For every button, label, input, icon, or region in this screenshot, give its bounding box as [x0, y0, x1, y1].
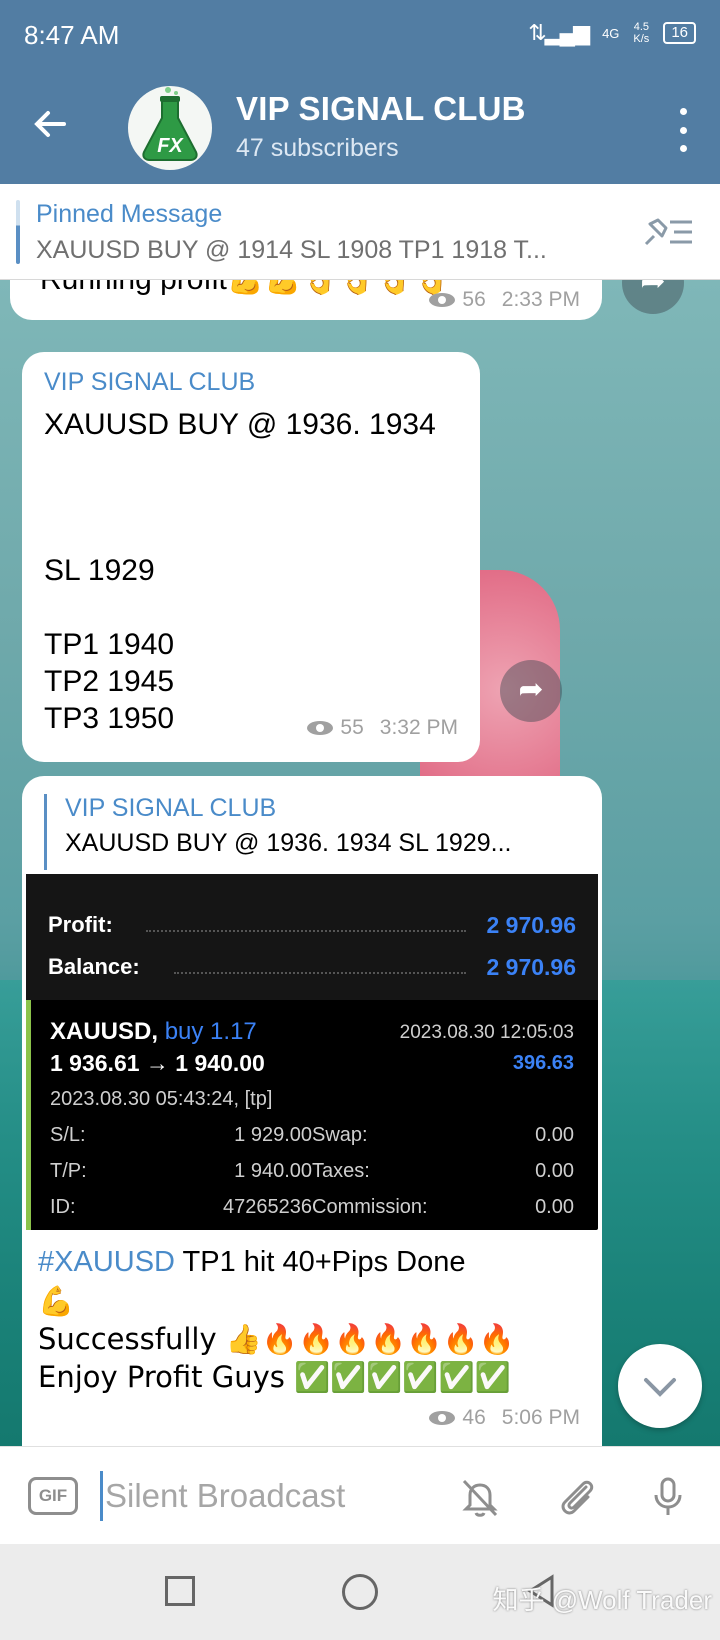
- message-time: 5:06 PM: [501, 1406, 580, 1429]
- signal-tp3: TP3 1950: [44, 702, 175, 735]
- trade-profit: 396.63: [512, 1052, 574, 1074]
- id-value: 47265236: [223, 1196, 312, 1218]
- view-count: 55: [340, 716, 364, 739]
- pinned-title: Pinned Message: [36, 200, 223, 228]
- commission-label: Commission:: [312, 1196, 428, 1218]
- more-options-icon[interactable]: [668, 102, 698, 158]
- swap-value: 0.00: [535, 1124, 574, 1146]
- status-icons: ⇅▂▄▆ 4G 4.5 K/s 16: [528, 20, 696, 46]
- balance-value: 2 970.96: [486, 954, 576, 980]
- microphone-icon[interactable]: [644, 1473, 692, 1521]
- view-count: 46: [462, 1406, 486, 1429]
- watermark: 知乎 @Wolf Trader: [492, 1585, 712, 1615]
- trade-screenshot[interactable]: Profit: 2 970.96 Balance: 2 970.96 XAUUS…: [26, 874, 598, 1230]
- caption-line: #XAUUSD TP1 hit 40+Pips Done: [38, 1246, 466, 1278]
- signal-tp1: TP1 1940: [44, 628, 175, 661]
- status-time: 8:47 AM: [24, 20, 120, 50]
- scroll-down-button[interactable]: [618, 1344, 702, 1428]
- eye-icon: [307, 721, 334, 735]
- message-bubble[interactable]: VIP SIGNAL CLUB XAUUSD BUY @ 1936. 1934 …: [22, 352, 480, 762]
- signal-tp2: TP2 1945: [44, 665, 175, 698]
- pinned-text: XAUUSD BUY @ 1914 SL 1908 TP1 1918 T...: [36, 236, 547, 264]
- dotted-leader: [174, 972, 466, 974]
- caption-line: 💪: [38, 1284, 75, 1318]
- share-icon[interactable]: ➦: [500, 660, 562, 722]
- sender-name[interactable]: VIP SIGNAL CLUB: [44, 368, 255, 397]
- message-meta: 46 5:06 PM: [428, 1406, 580, 1430]
- channel-title[interactable]: VIP SIGNAL CLUB: [236, 90, 526, 128]
- system-nav-bar: 知乎 @Wolf Trader: [0, 1544, 720, 1640]
- reply-preview[interactable]: VIP SIGNAL CLUB XAUUSD BUY @ 1936. 1934 …: [44, 794, 584, 870]
- chat-area[interactable]: Running profit💪💪👌👌👌👌 56 2:33 PM ➦ VIP SI…: [0, 280, 720, 1446]
- swap-label: Swap:: [312, 1124, 368, 1146]
- sl-value: 1 929.00: [234, 1124, 312, 1146]
- eye-icon: [429, 293, 456, 307]
- avatar-logo-text: FX: [157, 135, 184, 157]
- network-type: 4G: [602, 25, 620, 41]
- taxes-label: Taxes:: [312, 1160, 370, 1182]
- input-bar: GIF Silent Broadcast: [0, 1446, 720, 1544]
- subscriber-count: 47 subscribers: [236, 134, 399, 162]
- gif-button[interactable]: GIF: [28, 1477, 78, 1515]
- profit-label: Profit:: [48, 912, 113, 937]
- caption-line: Successfully 👍🔥🔥🔥🔥🔥🔥🔥: [38, 1322, 515, 1356]
- channel-avatar[interactable]: FX: [128, 86, 212, 170]
- reply-sender: VIP SIGNAL CLUB: [65, 794, 277, 822]
- trade-side: buy 1.17: [164, 1018, 257, 1045]
- caption-line: Enjoy Profit Guys ✅✅✅✅✅✅: [38, 1360, 511, 1394]
- message-bubble[interactable]: Running profit💪💪👌👌👌👌 56 2:33 PM: [10, 280, 602, 320]
- open-time: 2023.08.30 05:43:24, [tp]: [50, 1088, 273, 1110]
- tp-value: 1 940.00: [234, 1160, 312, 1182]
- signal-entry: XAUUSD BUY @ 1936. 1934: [44, 408, 436, 441]
- pinned-indicator: [16, 200, 20, 264]
- share-icon[interactable]: ➦: [622, 280, 684, 314]
- attach-icon[interactable]: [552, 1473, 600, 1521]
- chevron-down-icon: [644, 1378, 676, 1397]
- tp-label: T/P:: [50, 1160, 87, 1182]
- reply-text: XAUUSD BUY @ 1936. 1934 SL 1929...: [65, 829, 512, 857]
- network-speed: 4.5 K/s: [633, 21, 650, 45]
- signal-icon: ⇅▂▄▆: [528, 20, 590, 45]
- message-bubble[interactable]: VIP SIGNAL CLUB XAUUSD BUY @ 1936. 1934 …: [22, 776, 602, 1446]
- close-time: 2023.08.30 12:05:03: [399, 1022, 574, 1043]
- message-text: Running profit💪💪👌👌👌👌: [40, 280, 451, 297]
- battery-icon: 16: [663, 22, 696, 44]
- recents-icon[interactable]: [165, 1576, 195, 1606]
- trade-prices: 1 936.61 → 1 940.00: [50, 1050, 265, 1076]
- message-meta: 56 2:33 PM: [428, 288, 580, 312]
- pinned-list-icon[interactable]: [640, 214, 696, 250]
- message-input[interactable]: Silent Broadcast: [100, 1471, 430, 1521]
- trade-symbol: XAUUSD, buy 1.17: [50, 1018, 257, 1045]
- bell-off-icon[interactable]: [456, 1473, 504, 1521]
- message-time: 3:32 PM: [379, 716, 458, 739]
- commission-value: 0.00: [535, 1196, 574, 1218]
- view-count: 56: [462, 288, 486, 311]
- hashtag-link[interactable]: #XAUUSD: [38, 1246, 175, 1278]
- signal-sl: SL 1929: [44, 554, 155, 587]
- pinned-message-bar[interactable]: Pinned Message XAUUSD BUY @ 1914 SL 1908…: [0, 184, 720, 280]
- dotted-leader: [146, 930, 466, 932]
- profit-value: 2 970.96: [486, 912, 576, 938]
- back-arrow-icon[interactable]: [30, 104, 80, 154]
- id-label: ID:: [50, 1196, 76, 1218]
- message-time: 2:33 PM: [501, 288, 580, 311]
- trade-indicator: [26, 1000, 31, 1230]
- balance-label: Balance:: [48, 954, 140, 979]
- home-icon[interactable]: [342, 1574, 378, 1610]
- chat-header: FX VIP SIGNAL CLUB 47 subscribers: [0, 74, 720, 184]
- eye-icon: [429, 1411, 456, 1425]
- status-bar: 8:47 AM ⇅▂▄▆ 4G 4.5 K/s 16: [0, 0, 720, 74]
- taxes-value: 0.00: [535, 1160, 574, 1182]
- sl-label: S/L:: [50, 1124, 86, 1146]
- message-meta: 55 3:32 PM: [306, 716, 458, 740]
